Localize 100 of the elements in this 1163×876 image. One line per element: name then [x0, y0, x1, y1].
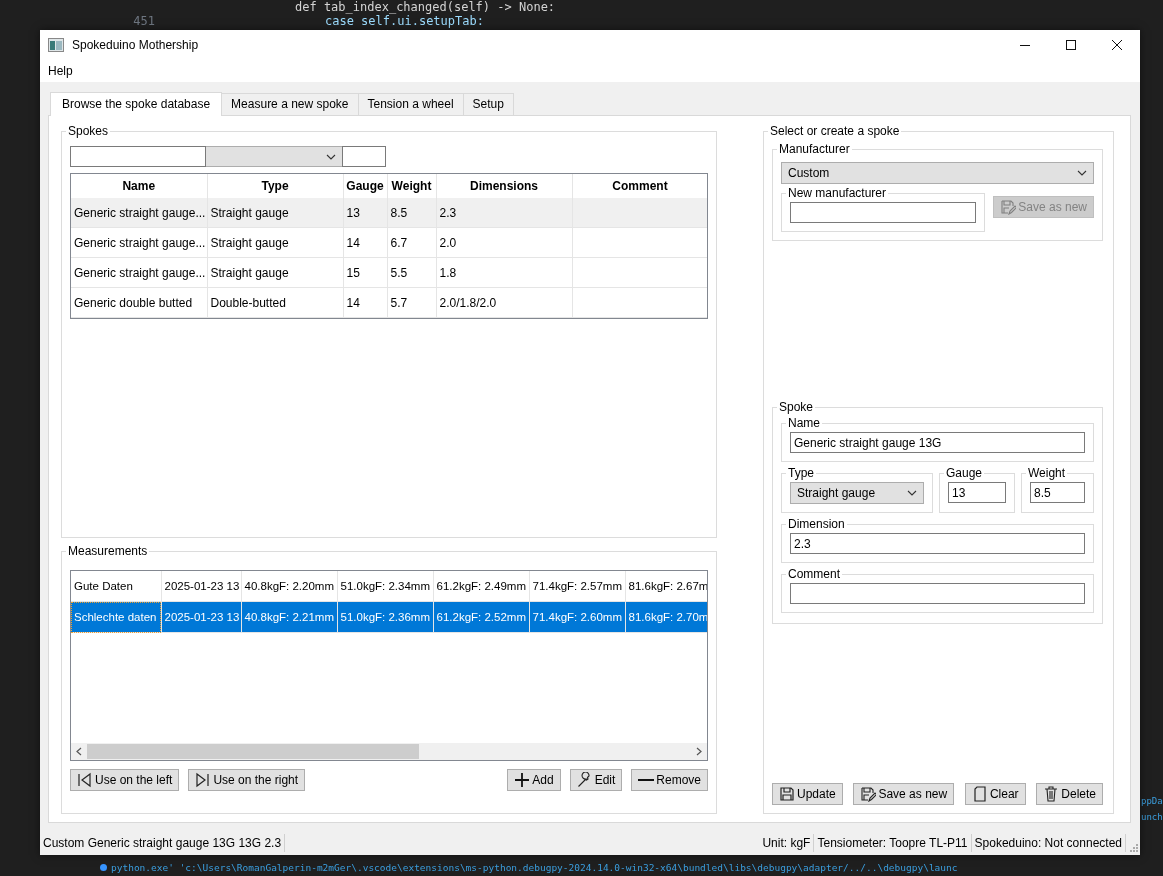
group-title: Select or create a spoke [769, 124, 901, 138]
table-cell: Generic straight gauge... [71, 227, 207, 258]
save-button[interactable]: Update [772, 783, 843, 805]
input-field[interactable] [790, 202, 977, 223]
table-cell: 51.0kgF: 2.34mm [337, 571, 433, 602]
use-left-button[interactable]: Use on the left [70, 769, 180, 791]
table-cell: Straight gauge [207, 198, 343, 228]
table-cell: 81.6kgF: 2.70m [625, 601, 707, 633]
code-line: def tab_index_changed(self) -> None: [294, 0, 556, 14]
table-cell: 15 [343, 257, 387, 288]
menu-item[interactable]: Help [40, 64, 81, 78]
table-cell: 13 [343, 198, 387, 228]
blank-page-icon [971, 786, 988, 802]
scroll-right-icon [696, 747, 702, 756]
app-icon [48, 38, 64, 52]
triangle-bar-right-icon [195, 772, 212, 788]
table-cell: 6.7 [387, 227, 436, 258]
table-cell: Schlechte daten [71, 601, 161, 633]
table-cell: 8.5 [387, 198, 436, 228]
group-title: Gauge [945, 466, 984, 480]
status-text: Spokeduino: Not connected [971, 834, 1126, 852]
input-field[interactable]: Generic straight gauge 13G [790, 432, 1085, 453]
group-title: Spoke [778, 400, 815, 414]
remove-button[interactable]: Remove [631, 769, 708, 791]
table-cell: 40.8kgF: 2.21mm [241, 601, 337, 633]
add-button[interactable]: Add [507, 769, 561, 791]
table-cell: 14 [343, 287, 387, 318]
floppy-pen-icon [1000, 199, 1017, 215]
group-title: New manufacturer [787, 186, 888, 200]
resize-grip-icon [1130, 844, 1138, 852]
save-as-button[interactable]: Save as new [853, 783, 955, 805]
terminal-text: unch [1141, 811, 1163, 824]
group-title: Measurements [67, 544, 149, 558]
bar-triangle-left-icon [77, 772, 93, 788]
terminal-text: ppDa [1141, 795, 1163, 808]
input-field[interactable] [790, 583, 1085, 604]
terminal-dot [100, 864, 107, 871]
chevron-down-icon [1077, 170, 1087, 176]
scrollbar-thumb[interactable] [87, 744, 420, 759]
delete-button[interactable]: Delete [1036, 783, 1103, 805]
tab[interactable]: Setup [463, 93, 514, 115]
edit-button[interactable]: Edit [569, 769, 623, 791]
scroll-left-icon [76, 747, 82, 756]
table-cell: Double-butted [207, 287, 343, 318]
maximize-icon [1066, 40, 1076, 50]
table-cell: 61.2kgF: 2.49mm [433, 571, 529, 602]
trash-can-icon [1043, 786, 1060, 802]
group-title: Spokes [67, 124, 110, 138]
input-field[interactable] [70, 146, 206, 167]
dropdown[interactable]: Straight gauge [790, 482, 924, 504]
group-title: Dimension [787, 517, 846, 531]
table-cell: 40.8kgF: 2.20mm [241, 571, 337, 602]
status-text: Custom Generic straight gauge 13G 13G 2.3 [40, 834, 286, 852]
input-field[interactable]: 8.5 [1030, 482, 1085, 503]
table-cell: Generic straight gauge... [71, 198, 207, 228]
group-title: Manufacturer [778, 142, 851, 156]
tab[interactable]: Tension a wheel [358, 93, 464, 115]
input-field[interactable] [342, 146, 386, 167]
table-cell: 5.7 [387, 287, 436, 318]
group-title: Name [787, 416, 821, 430]
group-title: Comment [787, 567, 841, 581]
close-icon [1112, 40, 1122, 50]
minimize-icon [1020, 44, 1030, 46]
line-number: 451 [132, 14, 156, 28]
horizontal-scrollbar[interactable] [71, 743, 707, 760]
chevron-down-icon [907, 490, 917, 496]
table-cell: 2.0 [436, 227, 572, 258]
table-cell: 2.3 [436, 198, 572, 228]
table-cell: Straight gauge [207, 227, 343, 258]
table-cell: 1.8 [436, 257, 572, 288]
table-cell: 2025-01-23 13 [161, 571, 241, 602]
plus-icon [514, 772, 531, 788]
table-cell: Straight gauge [207, 257, 343, 288]
table-cell: Generic double butted [71, 287, 207, 318]
table-cell: 61.2kgF: 2.52mm [433, 601, 529, 633]
chevron-down-icon [326, 153, 336, 160]
tab[interactable]: Browse the spoke database [50, 92, 223, 116]
input-field[interactable]: 13 [948, 482, 1006, 503]
clear-button[interactable]: Clear [964, 783, 1026, 805]
table-cell: Generic straight gauge... [71, 257, 207, 288]
minus-icon [638, 779, 655, 781]
tab[interactable]: Measure a new spoke [222, 93, 359, 115]
floppy-pen-icon [860, 786, 877, 802]
table-cell: 71.4kgF: 2.60mm [529, 601, 625, 633]
table-cell: Gute Daten [71, 571, 161, 602]
table-cell: 14 [343, 227, 387, 258]
use-right-button[interactable]: Use on the right [188, 769, 306, 791]
terminal-text: python.exe' 'c:\Users\RomanGalperin-m2mGer\.vscode\extensions\ms-python.debugpy-2024.14.0-win32-x64\bundled\libs\debugpy\adapter/../..\debugpy\launc [111, 862, 958, 873]
status-text: Unit: kgF [759, 834, 815, 852]
code-line: case self.ui.setupTab: [324, 14, 484, 28]
table-cell: 71.4kgF: 2.57mm [529, 571, 625, 602]
wrench-icon [576, 772, 593, 788]
dropdown[interactable]: Custom [781, 162, 1094, 184]
status-text: Tensiometer: Toopre TL-P11 [814, 834, 972, 852]
group-title: Weight [1027, 466, 1067, 480]
table-cell: 2.0/1.8/2.0 [436, 287, 572, 318]
input-field[interactable]: 2.3 [790, 533, 1085, 554]
window-title: Spokeduino Mothership [72, 38, 200, 52]
table-cell: 2025-01-23 13 [161, 601, 241, 633]
table-cell: 51.0kgF: 2.36mm [337, 601, 433, 633]
